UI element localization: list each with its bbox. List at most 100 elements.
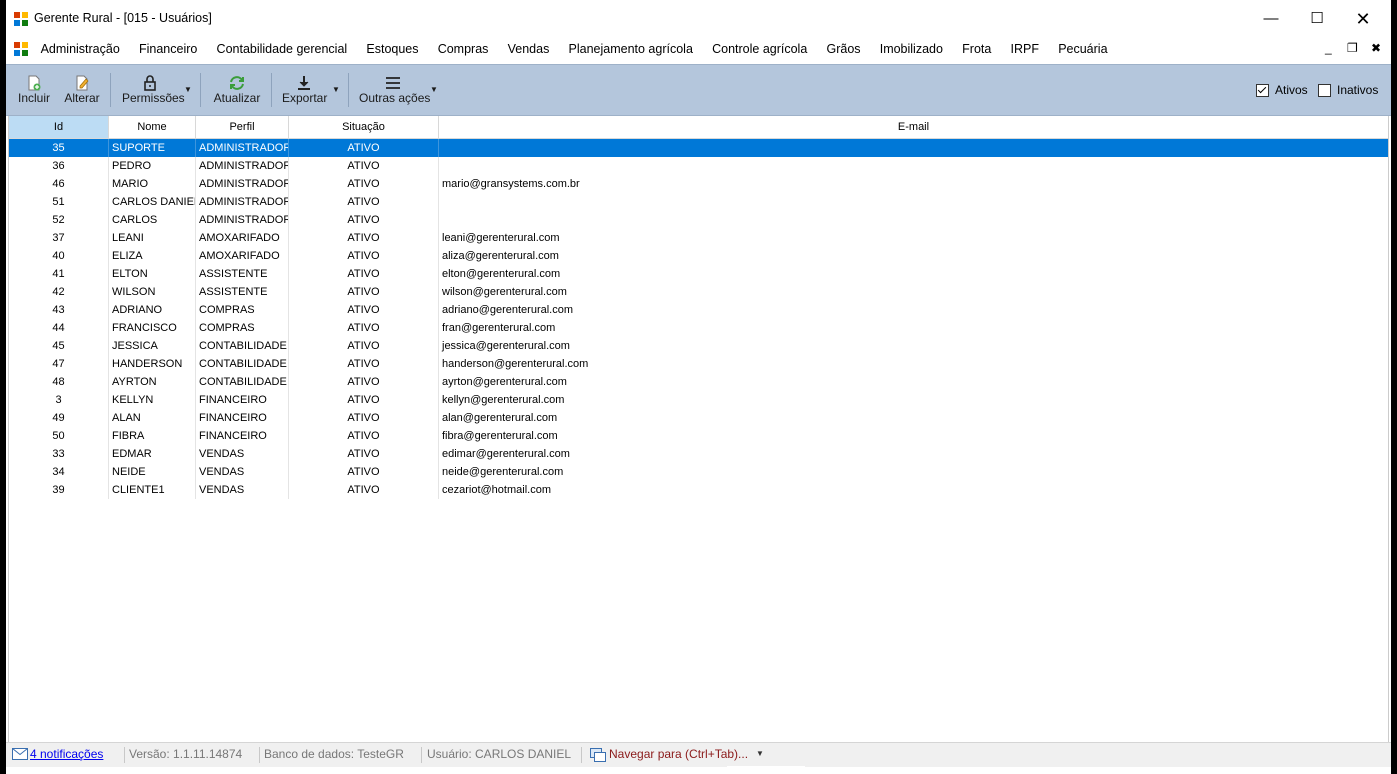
minimize-button[interactable]: — [1248,6,1294,32]
menu-item-6[interactable]: Planejamento agrícola [559,38,703,62]
cell-id[interactable]: 48 [9,373,109,391]
cell-email[interactable]: fran@gerenterural.com [439,319,1388,337]
cell-email[interactable] [439,211,1388,229]
cell-id[interactable]: 41 [9,265,109,283]
table-row[interactable]: 36 PEDRO ADMINISTRADOR ATIVO [9,157,1388,175]
cell-email[interactable]: mario@gransystems.com.br [439,175,1388,193]
menu-item-10[interactable]: Frota [953,38,1001,62]
cell-nome[interactable]: EDMAR [109,445,196,463]
menu-item-12[interactable]: Pecuária [1049,38,1118,62]
menu-item-3[interactable]: Estoques [357,38,428,62]
cell-perfil[interactable]: FINANCEIRO [196,391,289,409]
cell-perfil[interactable]: ADMINISTRADOR [196,211,289,229]
column-header-id[interactable]: Id [9,116,109,138]
cell-nome[interactable]: JESSICA [109,337,196,355]
cell-nome[interactable]: KELLYN [109,391,196,409]
table-row[interactable]: 34 NEIDE VENDAS ATIVO neide@gerenterural.com [9,463,1388,481]
cell-email[interactable] [439,193,1388,211]
cell-perfil[interactable]: ASSISTENTE [196,283,289,301]
cell-situacao[interactable]: ATIVO [289,229,439,247]
table-row[interactable]: 43 ADRIANO COMPRAS ATIVO adriano@gerenterura… [9,301,1388,319]
cell-nome[interactable]: HANDERSON [109,355,196,373]
ativos-checkbox[interactable]: Ativos [1256,83,1308,97]
table-row[interactable]: 45 JESSICA CONTABILIDADE ATIVO jessica@geren… [9,337,1388,355]
column-header-perfil[interactable]: Perfil [196,116,289,138]
users-grid[interactable]: Id Nome Perfil Situação E-mail 35 SUPORTE… [8,116,1389,742]
cell-perfil[interactable]: COMPRAS [196,319,289,337]
cell-perfil[interactable]: CONTABILIDADE [196,337,289,355]
navigate-dropdown[interactable]: Navegar para (Ctrl+Tab)... [609,747,748,761]
cell-situacao[interactable]: ATIVO [289,337,439,355]
cell-situacao[interactable]: ATIVO [289,247,439,265]
cell-id[interactable]: 37 [9,229,109,247]
cell-perfil[interactable]: ADMINISTRADOR [196,157,289,175]
exportar-dropdown[interactable]: Exportar ▼ [278,65,342,113]
menu-item-8[interactable]: Grãos [817,38,870,62]
menu-item-5[interactable]: Vendas [498,38,559,62]
table-row[interactable]: 40 ELIZA AMOXARIFADO ATIVO aliza@gerenterura… [9,247,1388,265]
cell-email[interactable]: elton@gerenterural.com [439,265,1388,283]
cell-id[interactable]: 52 [9,211,109,229]
cell-id[interactable]: 39 [9,481,109,499]
menu-item-2[interactable]: Contabilidade gerencial [207,38,357,62]
table-row[interactable]: 39 CLIENTE1 VENDAS ATIVO cezariot@hotmail.co… [9,481,1388,499]
cell-email[interactable]: jessica@gerenterural.com [439,337,1388,355]
cell-id[interactable]: 40 [9,247,109,265]
menu-item-9[interactable]: Imobilizado [870,38,952,62]
cell-situacao[interactable]: ATIVO [289,139,439,157]
cell-id[interactable]: 35 [9,139,109,157]
cell-perfil[interactable]: ADMINISTRADOR [196,175,289,193]
cell-email[interactable]: cezariot@hotmail.com [439,481,1388,499]
table-row[interactable]: 3 KELLYN FINANCEIRO ATIVO kellyn@gerenterura… [9,391,1388,409]
cell-nome[interactable]: CLIENTE1 [109,481,196,499]
cell-nome[interactable]: PEDRO [109,157,196,175]
cell-id[interactable]: 44 [9,319,109,337]
cell-nome[interactable]: ADRIANO [109,301,196,319]
cell-situacao[interactable]: ATIVO [289,445,439,463]
cell-nome[interactable]: NEIDE [109,463,196,481]
inativos-checkbox[interactable]: Inativos [1318,83,1378,97]
cell-situacao[interactable]: ATIVO [289,157,439,175]
table-row[interactable]: 41 ELTON ASSISTENTE ATIVO elton@gerenterural… [9,265,1388,283]
table-row[interactable]: 42 WILSON ASSISTENTE ATIVO wilson@gerenterur… [9,283,1388,301]
cell-nome[interactable]: FRANCISCO [109,319,196,337]
mdi-child-icon[interactable] [14,42,28,56]
cell-id[interactable]: 36 [9,157,109,175]
cell-id[interactable]: 47 [9,355,109,373]
atualizar-button[interactable]: Atualizar [208,65,266,113]
cell-perfil[interactable]: FINANCEIRO [196,427,289,445]
cell-email[interactable]: edimar@gerenterural.com [439,445,1388,463]
cell-nome[interactable]: SUPORTE [109,139,196,157]
close-button[interactable]: ✕ [1340,6,1386,32]
menu-item-1[interactable]: Financeiro [129,38,207,62]
cell-situacao[interactable]: ATIVO [289,427,439,445]
cell-perfil[interactable]: ADMINISTRADOR [196,193,289,211]
cell-situacao[interactable]: ATIVO [289,319,439,337]
cell-perfil[interactable]: CONTABILIDADE [196,373,289,391]
cell-situacao[interactable]: ATIVO [289,175,439,193]
cell-nome[interactable]: FIBRA [109,427,196,445]
cell-email[interactable]: leani@gerenterural.com [439,229,1388,247]
cell-situacao[interactable]: ATIVO [289,373,439,391]
cell-perfil[interactable]: ASSISTENTE [196,265,289,283]
cell-situacao[interactable]: ATIVO [289,355,439,373]
cell-nome[interactable]: ELIZA [109,247,196,265]
cell-situacao[interactable]: ATIVO [289,481,439,499]
cell-email[interactable]: aliza@gerenterural.com [439,247,1388,265]
table-row[interactable]: 50 FIBRA FINANCEIRO ATIVO fibra@gerenterural… [9,427,1388,445]
cell-email[interactable] [439,157,1388,175]
cell-perfil[interactable]: FINANCEIRO [196,409,289,427]
cell-situacao[interactable]: ATIVO [289,193,439,211]
cell-situacao[interactable]: ATIVO [289,391,439,409]
menu-item-4[interactable]: Compras [428,38,498,62]
cell-email[interactable]: fibra@gerenterural.com [439,427,1388,445]
cell-email[interactable] [439,139,1388,157]
cell-id[interactable]: 3 [9,391,109,409]
table-row[interactable]: 47 HANDERSON CONTABILIDADE ATIVO handerson@g… [9,355,1388,373]
ativos-checkbox-box[interactable] [1256,83,1269,97]
cell-situacao[interactable]: ATIVO [289,301,439,319]
cell-perfil[interactable]: AMOXARIFADO [196,247,289,265]
table-row[interactable]: 35 SUPORTE ADMINISTRADOR ATIVO [9,139,1388,157]
cell-perfil[interactable]: ADMINISTRADOR [196,139,289,157]
table-row[interactable]: 49 ALAN FINANCEIRO ATIVO alan@gerenterural.c… [9,409,1388,427]
